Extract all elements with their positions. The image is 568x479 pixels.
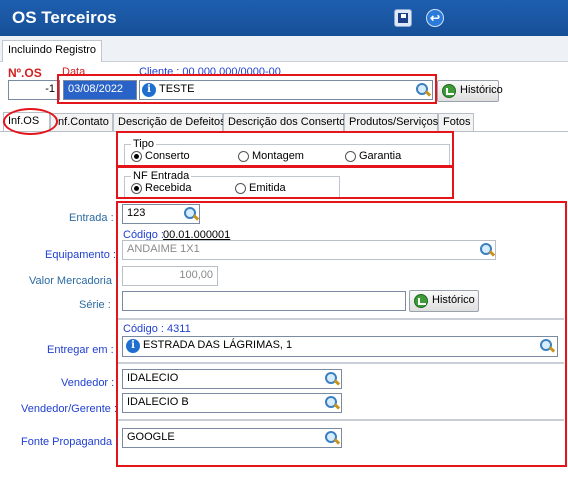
serie-historico-button[interactable]: Histórico (409, 290, 479, 312)
tab-fotos[interactable]: Fotos (438, 113, 474, 131)
serie-field[interactable] (122, 291, 406, 311)
equipamento-value: ANDAIME 1X1 (127, 243, 200, 255)
save-disk-icon[interactable] (394, 9, 412, 27)
entrada-label: Entrada : (69, 212, 114, 224)
search-icon[interactable] (183, 206, 199, 222)
separator (118, 318, 564, 320)
nro-os-label: Nº.OS (8, 66, 42, 80)
entregar-em-field[interactable]: i ESTRADA DAS LÁGRIMAS, 1 (122, 336, 558, 357)
annotation-box-nf (116, 165, 454, 199)
title-bar: OS Terceiros ↩ (0, 0, 568, 36)
fonte-propaganda-label: Fonte Propaganda : (21, 436, 119, 448)
tab-descricao-consertos[interactable]: Descrição dos Consertos (223, 113, 351, 131)
separator (118, 419, 564, 421)
annotation-oval-tab (3, 108, 58, 135)
fonte-propaganda-value: GOOGLE (127, 431, 175, 443)
entregar-codigo-label: Código : 4311 (123, 323, 191, 335)
search-icon[interactable] (324, 430, 340, 446)
tab-inf-contato[interactable]: Inf.Contato (50, 113, 113, 131)
window-title: OS Terceiros (12, 8, 117, 27)
tab-strip: Inf.OS Inf.Contato Descrição de Defeitos… (0, 112, 568, 132)
equipamento-field[interactable]: ANDAIME 1X1 (122, 240, 496, 260)
valor-mercadoria-field[interactable]: 100,00 (122, 266, 218, 286)
serie-historico-label: Histórico (432, 294, 475, 306)
vendedor-gerente-label: Vendedor/Gerente : (21, 403, 118, 415)
nro-os-field[interactable]: -1 (8, 80, 60, 100)
historico-button[interactable]: Histórico (437, 80, 503, 102)
entregar-em-label: Entregar em : (47, 344, 114, 356)
exit-icon[interactable]: ↩ (426, 9, 444, 27)
vendedor-label: Vendedor : (61, 377, 115, 389)
valor-mercadoria-label: Valor Mercadoria : (29, 275, 119, 287)
annotation-box-tipo (116, 131, 454, 168)
historico-label: Histórico (460, 84, 503, 96)
vendedor-value: IDALECIO (127, 372, 179, 384)
entrada-field[interactable]: 123 (122, 204, 200, 224)
history-icon (414, 294, 428, 308)
annotation-box-top (57, 74, 437, 104)
tab-produtos-servicos[interactable]: Produtos/Serviços (344, 113, 438, 131)
search-icon[interactable] (479, 242, 495, 258)
search-icon[interactable] (324, 371, 340, 387)
vendedor-gerente-field[interactable]: IDALECIO B (122, 393, 342, 413)
vendedor-field[interactable]: IDALECIO (122, 369, 342, 389)
tab-incluindo-registro[interactable]: Incluindo Registro (2, 40, 103, 62)
serie-label: Série : (79, 299, 111, 311)
history-icon (442, 84, 456, 98)
search-icon[interactable] (324, 395, 340, 411)
fonte-propaganda-field[interactable]: GOOGLE (122, 428, 342, 448)
entregar-em-value: ESTRADA DAS LÁGRIMAS, 1 (143, 339, 293, 351)
separator (118, 362, 564, 364)
entrada-value: 123 (127, 207, 146, 219)
equipamento-label: Equipamento : (45, 249, 116, 261)
info-icon[interactable]: i (126, 339, 140, 353)
vendedor-gerente-value: IDALECIO B (127, 396, 189, 408)
search-icon[interactable] (539, 338, 555, 354)
tab-descricao-defeitos[interactable]: Descrição de Defeitos (113, 113, 226, 131)
